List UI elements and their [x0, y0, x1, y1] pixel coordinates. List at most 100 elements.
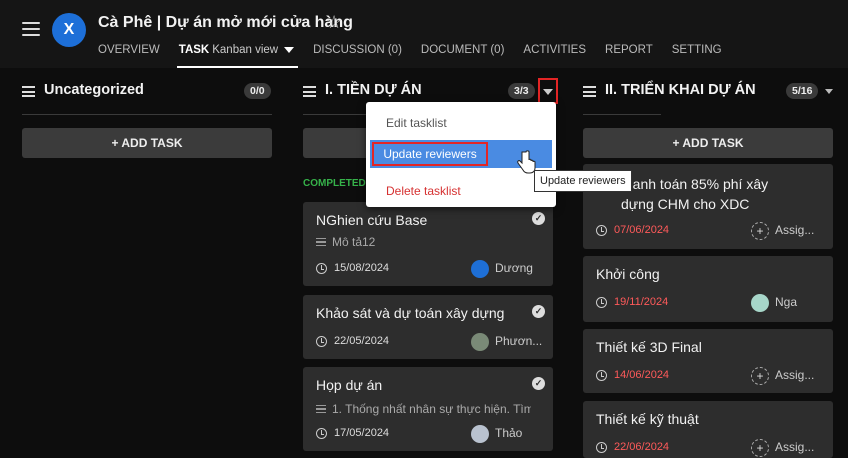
due-date-text: 14/06/2024 — [614, 369, 670, 381]
card-title: Thiết kế 3D Final — [596, 339, 702, 355]
divider — [22, 114, 272, 115]
task-card[interactable]: Thiết kế kỹ thuật 22/06/2024 + Assig... — [583, 401, 833, 458]
card-title-line: dựng CHM cho XDC — [621, 196, 750, 212]
card-title-line: thanh toán 85% phí xây — [621, 176, 769, 192]
card-title: Họp dự án — [316, 377, 383, 393]
avatar — [471, 425, 489, 443]
card-assignee[interactable]: Dương — [471, 260, 533, 278]
task-card[interactable]: Họp dự án ✓ 1. Thống nhất nhân sự thực h… — [303, 367, 553, 451]
add-task-button[interactable]: + ADD TASK — [22, 128, 272, 158]
assignee-name: Phươn... — [495, 334, 543, 349]
chevron-down-icon[interactable] — [825, 89, 833, 94]
due-date-text: 22/06/2024 — [614, 441, 670, 453]
column-header: Uncategorized 0/0 — [22, 82, 272, 102]
delete-tasklist-item[interactable]: Delete tasklist — [386, 184, 461, 198]
add-task-button[interactable]: + ADD TASK — [583, 128, 833, 158]
card-assignee[interactable]: + Assig... — [751, 222, 814, 240]
list-icon — [583, 86, 596, 97]
tab-overview[interactable]: OVERVIEW — [98, 44, 160, 68]
description-icon — [316, 237, 326, 249]
card-due-date: 19/11/2024 — [596, 296, 668, 308]
task-card[interactable]: Khảo sát và dự toán xây dựng ✓ 22/05/202… — [303, 295, 553, 359]
project-title: Cà Phê | Dự án mở mới cửa hàng — [98, 14, 353, 31]
card-due-date: 15/08/2024 — [316, 262, 389, 274]
clock-icon — [316, 262, 327, 274]
add-assignee-icon[interactable]: + — [751, 222, 769, 240]
check-circle-icon[interactable]: ✓ — [532, 305, 545, 318]
avatar — [471, 260, 489, 278]
tab-task-view: Kanban view — [212, 44, 279, 56]
assignee-name: Assig... — [775, 440, 815, 455]
clock-icon — [316, 427, 327, 439]
divider — [583, 114, 661, 115]
check-circle-icon[interactable]: ✓ — [532, 377, 545, 390]
column-count: 0/0 — [244, 83, 271, 99]
tab-setting[interactable]: SETTING — [672, 44, 722, 68]
clock-icon — [316, 335, 327, 347]
due-date-text: 19/11/2024 — [614, 296, 669, 308]
avatar — [471, 333, 489, 351]
card-due-date: 14/06/2024 — [596, 369, 669, 381]
clock-icon — [596, 296, 607, 308]
assignee-name: Nga — [775, 295, 798, 310]
card-description: Mô tả12 — [316, 235, 531, 249]
tab-discussion[interactable]: DISCUSSION (0) — [313, 44, 402, 68]
due-date-text: 22/05/2024 — [334, 335, 390, 347]
hand-cursor-icon — [517, 150, 536, 174]
card-description-text: 1. Thống nhất nhân sự thực hiện. Tìm... — [332, 402, 531, 416]
assignee-name: Assig... — [775, 368, 815, 383]
column-count: 5/16 — [786, 83, 819, 99]
add-assignee-icon[interactable]: + — [751, 367, 769, 385]
add-assignee-icon[interactable]: + — [751, 439, 769, 457]
edit-tasklist-item[interactable]: Edit tasklist — [386, 116, 447, 130]
tab-task[interactable]: TASK Kanban view — [176, 44, 299, 68]
column-trien-khai-du-an: II. TRIỂN KHAI DỰ ÁN 5/16 + ADD TASK tha… — [561, 68, 833, 458]
assignee-name: Thảo — [495, 426, 523, 441]
description-icon — [316, 404, 326, 416]
star-icon[interactable]: ☆ — [326, 12, 342, 33]
chevron-down-icon[interactable] — [284, 46, 295, 53]
card-description-text: Mô tả12 — [332, 235, 376, 249]
card-assignee[interactable]: Phươn... — [471, 333, 542, 351]
tab-document[interactable]: DOCUMENT (0) — [421, 44, 504, 68]
tasklist-menu-toggle[interactable] — [538, 78, 558, 104]
card-due-date: 07/06/2024 — [596, 224, 669, 236]
due-date-text: 17/05/2024 — [334, 427, 390, 439]
card-assignee[interactable]: + Assig... — [751, 439, 814, 457]
card-assignee[interactable]: + Assig... — [751, 367, 814, 385]
column-title: I. TIỀN DỰ ÁN — [325, 82, 422, 98]
tooltip: Update reviewers — [534, 170, 632, 192]
card-due-date: 22/06/2024 — [596, 441, 669, 453]
clock-icon — [596, 441, 607, 453]
task-card[interactable]: Thiết kế 3D Final 14/06/2024 + Assig... — [583, 329, 833, 393]
completed-label: COMPLETED — [303, 178, 366, 189]
card-title: thanh toán 85% phí xây dựng CHM cho XDC — [621, 174, 821, 214]
update-reviewers-label: Update reviewers — [372, 142, 488, 166]
card-title: Khảo sát và dự toán xây dựng — [316, 305, 505, 321]
task-card[interactable]: Khởi công 19/11/2024 Nga — [583, 256, 833, 322]
clock-icon — [596, 224, 607, 236]
due-date-text: 07/06/2024 — [614, 224, 670, 236]
card-description: 1. Thống nhất nhân sự thực hiện. Tìm... — [316, 402, 531, 416]
column-header: I. TIỀN DỰ ÁN 3/3 — [303, 82, 553, 102]
tab-report[interactable]: REPORT — [605, 44, 653, 68]
column-title: Uncategorized — [44, 82, 144, 98]
column-header: II. TRIỂN KHAI DỰ ÁN 5/16 — [583, 82, 833, 102]
task-card[interactable]: NGhien cứu Base ✓ Mô tả12 15/08/2024 Dươ… — [303, 202, 553, 286]
tab-task-label: TASK — [178, 44, 210, 56]
list-icon — [303, 86, 316, 97]
card-assignee[interactable]: Nga — [751, 294, 797, 312]
card-assignee[interactable]: Thảo — [471, 425, 522, 443]
list-icon — [22, 86, 35, 97]
card-title: NGhien cứu Base — [316, 212, 428, 228]
project-header: X Cà Phê | Dự án mở mới cửa hàng ☆ OVERV… — [0, 0, 848, 68]
card-due-date: 17/05/2024 — [316, 427, 389, 439]
hamburger-menu-icon[interactable] — [22, 22, 40, 36]
assignee-name: Assig... — [775, 223, 815, 238]
column-count: 3/3 — [508, 83, 535, 99]
card-title: Thiết kế kỹ thuật — [596, 411, 699, 427]
project-tabs: OVERVIEW TASK Kanban view DISCUSSION (0) … — [98, 44, 741, 68]
project-logo: X — [52, 13, 86, 47]
tab-activities[interactable]: ACTIVITIES — [523, 44, 586, 68]
check-circle-icon[interactable]: ✓ — [532, 212, 545, 225]
